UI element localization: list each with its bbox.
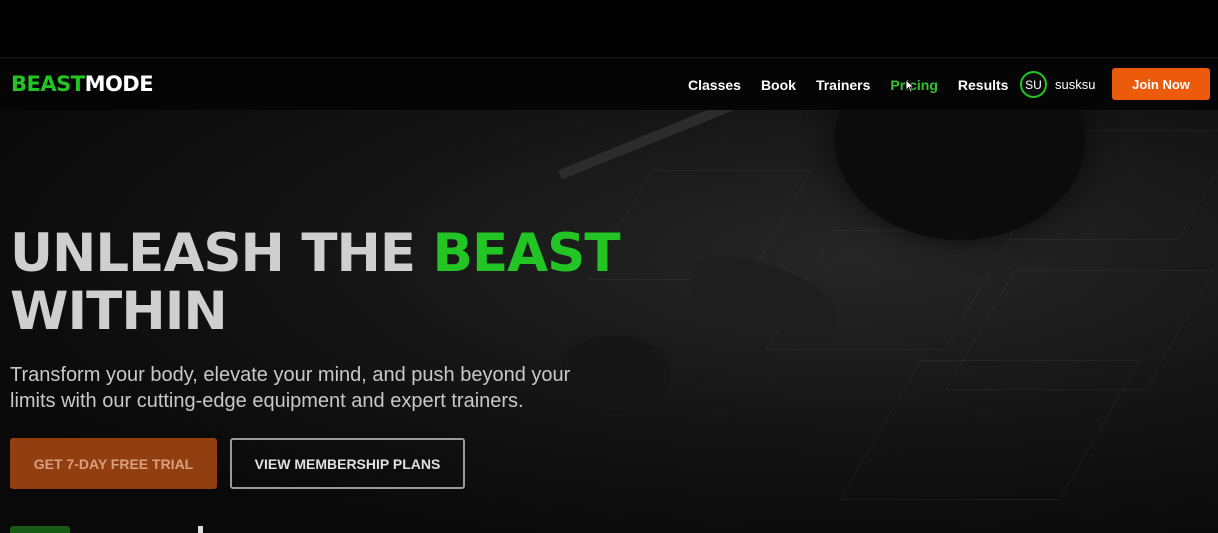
user-menu[interactable]: SU susksu xyxy=(1020,71,1095,98)
next-section-peek xyxy=(10,526,70,533)
navbar: BEASTMODE Classes Book Trainers Pricing … xyxy=(0,57,1218,110)
browser-top-strip xyxy=(0,0,1218,57)
hero-subtitle: Transform your body, elevate your mind, … xyxy=(10,364,571,412)
nav-classes[interactable]: Classes xyxy=(688,77,741,93)
mouse-cursor-icon xyxy=(905,79,915,93)
nav-trainers[interactable]: Trainers xyxy=(816,77,870,93)
logo-part-mode: MODE xyxy=(84,72,154,96)
user-name: susksu xyxy=(1055,77,1096,92)
headline-accent: BEAST xyxy=(432,223,621,284)
nav-links: Classes Book Trainers Pricing Results xyxy=(688,58,1008,111)
next-section-peek xyxy=(198,526,203,533)
user-avatar: SU xyxy=(1020,71,1047,98)
membership-plans-button[interactable]: VIEW MEMBERSHIP PLANS xyxy=(230,438,465,489)
free-trial-button[interactable]: GET 7-DAY FREE TRIAL xyxy=(10,438,217,489)
nav-book[interactable]: Book xyxy=(761,77,796,93)
headline-line1: UNLEASH THE xyxy=(10,223,433,284)
logo-part-beast: BEAST xyxy=(11,72,85,96)
nav-results[interactable]: Results xyxy=(958,77,1009,93)
floor-tile xyxy=(839,360,1141,500)
headline-line2: WITHIN xyxy=(10,281,228,342)
hero-headline: UNLEASH THE BEAST WITHIN xyxy=(10,225,620,341)
join-now-button[interactable]: Join Now xyxy=(1112,68,1210,100)
brand-logo[interactable]: BEASTMODE xyxy=(11,72,154,96)
